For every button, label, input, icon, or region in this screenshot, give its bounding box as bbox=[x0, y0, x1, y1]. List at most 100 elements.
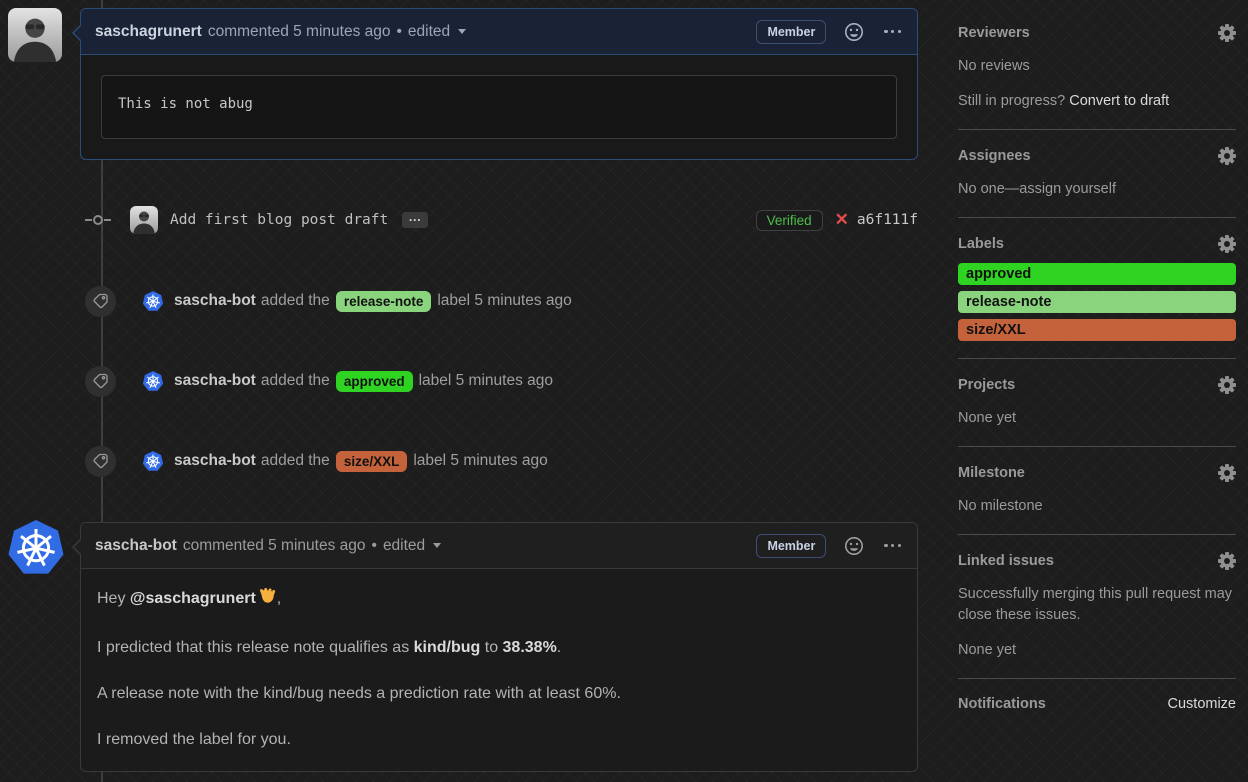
commit-row: Add first blog post draft … Verified ✕ a… bbox=[80, 204, 918, 236]
projects-title: Projects bbox=[958, 377, 1016, 393]
label-pill[interactable]: release-note bbox=[335, 290, 432, 312]
projects-empty: None yet bbox=[958, 410, 1017, 426]
labels-title: Labels bbox=[958, 236, 1004, 252]
sidebar: Reviewers No reviews Still in progress? … bbox=[958, 24, 1236, 729]
sidebar-section-milestone: Milestone No milestone bbox=[958, 464, 1236, 535]
tag-icon bbox=[92, 293, 108, 309]
comment-author[interactable]: sascha-bot bbox=[95, 537, 177, 555]
person-avatar-icon bbox=[8, 8, 62, 62]
kubernetes-icon bbox=[142, 370, 164, 392]
event-actor[interactable]: sascha-bot bbox=[174, 452, 256, 470]
waving-hand-icon bbox=[258, 587, 277, 613]
assignees-empty: No one—assign yourself bbox=[958, 181, 1116, 197]
comment-header: sascha-bot commented 5 minutes ago • edi… bbox=[81, 523, 917, 569]
comment-meta: commented 5 minutes ago bbox=[207, 22, 391, 40]
code-block: This is not abug bbox=[101, 75, 897, 139]
label-pill[interactable]: size/XXL bbox=[335, 450, 408, 472]
kubernetes-icon bbox=[7, 518, 65, 576]
event-suffix: label 5 minutes ago bbox=[437, 292, 572, 309]
convert-to-draft-link[interactable]: Convert to draft bbox=[1069, 93, 1169, 109]
notifications-title: Notifications bbox=[958, 696, 1046, 712]
label-size-xxl[interactable]: size/XXL bbox=[958, 319, 1236, 341]
timeline-badge bbox=[85, 285, 116, 317]
timeline-badge bbox=[85, 365, 116, 397]
event-actor[interactable]: sascha-bot bbox=[174, 372, 256, 390]
commit-expand-button[interactable]: … bbox=[402, 210, 429, 228]
event-suffix: label 5 minutes ago bbox=[418, 372, 553, 389]
label-release-note[interactable]: release-note bbox=[958, 291, 1236, 313]
status-failed-x-icon[interactable]: ✕ bbox=[835, 210, 849, 230]
comment-sascha-bot: sascha-bot commented 5 minutes ago • edi… bbox=[72, 522, 918, 772]
reviewers-empty: No reviews bbox=[958, 58, 1030, 74]
comment-saschagrunert: saschagrunert commented 5 minutes ago • … bbox=[72, 8, 918, 160]
label-event-row: sascha-bot added the release-note label … bbox=[80, 285, 918, 317]
sidebar-section-projects: Projects None yet bbox=[958, 376, 1236, 447]
event-action: added the bbox=[260, 372, 330, 389]
chevron-down-icon bbox=[433, 543, 442, 548]
user-mention[interactable]: @saschagrunert bbox=[130, 590, 256, 607]
comment-author[interactable]: saschagrunert bbox=[95, 23, 202, 41]
linked-issues-empty: None yet bbox=[958, 642, 1017, 658]
sidebar-section-assignees: Assignees No one—assign yourself bbox=[958, 147, 1236, 218]
gear-icon[interactable] bbox=[1218, 552, 1236, 570]
tag-icon bbox=[92, 373, 108, 389]
verified-badge[interactable]: Verified bbox=[755, 209, 823, 231]
gear-icon[interactable] bbox=[1218, 235, 1236, 253]
label-approved[interactable]: approved bbox=[958, 263, 1236, 285]
customize-link[interactable]: Customize bbox=[1168, 696, 1237, 712]
sidebar-section-labels: Labels approved release-note size/XXL bbox=[958, 235, 1236, 359]
emoji-reaction-button[interactable] bbox=[844, 22, 864, 42]
requirement-line: A release note with the kind/bug needs a… bbox=[97, 685, 621, 702]
bot-avatar[interactable] bbox=[142, 370, 164, 392]
linked-issues-title: Linked issues bbox=[958, 553, 1054, 569]
event-actor[interactable]: sascha-bot bbox=[174, 292, 256, 310]
sidebar-section-reviewers: Reviewers No reviews Still in progress? … bbox=[958, 24, 1236, 130]
kebab-menu-button[interactable] bbox=[882, 543, 903, 548]
comment-meta: commented 5 minutes ago bbox=[182, 536, 366, 554]
milestone-empty: No milestone bbox=[958, 498, 1043, 514]
chevron-down-icon bbox=[458, 29, 467, 34]
kubernetes-icon bbox=[142, 290, 164, 312]
emoji-reaction-button[interactable] bbox=[844, 536, 864, 556]
avatar-saschagrunert[interactable] bbox=[8, 8, 62, 62]
milestone-title: Milestone bbox=[958, 465, 1025, 481]
member-badge: Member bbox=[756, 533, 827, 558]
git-commit-icon bbox=[85, 215, 111, 225]
tag-icon bbox=[92, 453, 108, 469]
comment-header: saschagrunert commented 5 minutes ago • … bbox=[81, 9, 917, 55]
reviewers-title: Reviewers bbox=[958, 25, 1030, 41]
kubernetes-icon bbox=[142, 450, 164, 472]
progress-text: Still in progress? bbox=[958, 93, 1070, 109]
avatar-sascha-bot[interactable] bbox=[6, 517, 66, 577]
gear-icon[interactable] bbox=[1218, 147, 1236, 165]
gear-icon[interactable] bbox=[1218, 464, 1236, 482]
gear-icon[interactable] bbox=[1218, 24, 1236, 42]
comment-body: Hey @saschagrunert, I predicted that thi… bbox=[81, 569, 917, 782]
commit-hash-link[interactable]: a6f111f bbox=[857, 212, 918, 228]
edited-dropdown[interactable]: edited bbox=[383, 537, 425, 555]
member-badge: Member bbox=[756, 19, 827, 44]
removed-line: I removed the label for you. bbox=[97, 731, 291, 748]
commit-message-link[interactable]: Add first blog post draft bbox=[170, 212, 388, 228]
linked-issues-desc: Successfully merging this pull request m… bbox=[958, 586, 1233, 623]
label-pill[interactable]: approved bbox=[335, 370, 413, 392]
commit-author-avatar[interactable] bbox=[130, 206, 158, 234]
gear-icon[interactable] bbox=[1218, 376, 1236, 394]
person-avatar-icon bbox=[130, 206, 158, 234]
smiley-icon bbox=[845, 22, 864, 41]
kebab-menu-button[interactable] bbox=[882, 29, 903, 34]
comment-body: This is not abug bbox=[81, 55, 917, 159]
event-suffix: label 5 minutes ago bbox=[413, 452, 548, 469]
label-event-row: sascha-bot added the size/XXL label 5 mi… bbox=[80, 445, 918, 477]
bot-avatar[interactable] bbox=[142, 450, 164, 472]
timeline-badge bbox=[85, 445, 116, 477]
assignees-title: Assignees bbox=[958, 148, 1031, 164]
meta-dot: • bbox=[396, 22, 402, 40]
sidebar-section-linked-issues: Linked issues Successfully merging this … bbox=[958, 552, 1236, 679]
label-event-row: sascha-bot added the approved label 5 mi… bbox=[80, 365, 918, 397]
event-action: added the bbox=[260, 452, 330, 469]
greeting-line: Hey @saschagrunert, bbox=[97, 587, 901, 613]
smiley-icon bbox=[845, 536, 864, 555]
edited-dropdown[interactable]: edited bbox=[408, 23, 450, 41]
bot-avatar[interactable] bbox=[142, 290, 164, 312]
